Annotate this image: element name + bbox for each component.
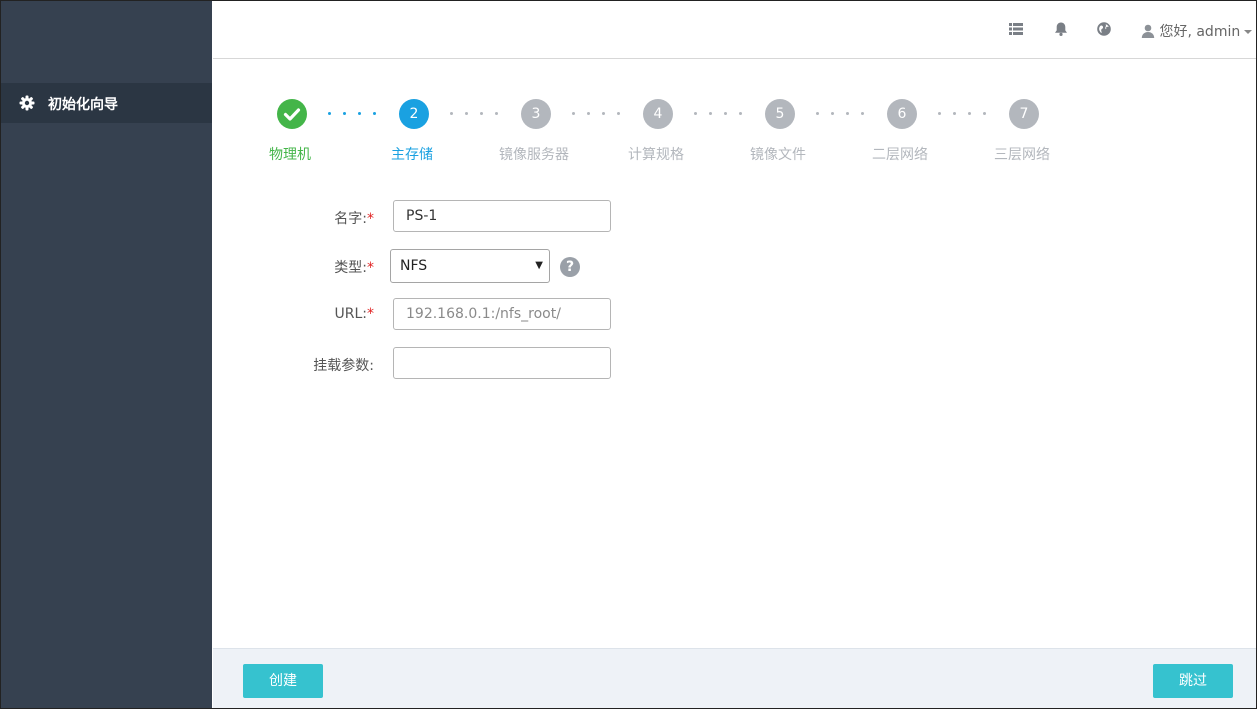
- step-4-label: 计算规格: [628, 147, 684, 163]
- bell-icon[interactable]: [1053, 21, 1071, 39]
- app-window: 初始化向导 您好, admin 物理机 2 主存储 3 镜像服务器 4 计算规格…: [0, 0, 1257, 709]
- step-7-circle[interactable]: 7: [1009, 99, 1039, 129]
- step-3-label: 镜像服务器: [499, 147, 569, 163]
- chevron-down-icon: [1244, 30, 1253, 34]
- mount-params-label: 挂载参数:: [313, 358, 374, 374]
- step-2-circle[interactable]: 2: [399, 99, 429, 129]
- globe-icon[interactable]: [1096, 21, 1114, 39]
- step-connector: [938, 112, 998, 116]
- step-4-circle[interactable]: 4: [643, 99, 673, 129]
- type-select[interactable]: NFS ▼: [390, 249, 550, 283]
- skip-button[interactable]: 跳过: [1153, 664, 1233, 698]
- name-input[interactable]: PS-1: [393, 200, 611, 232]
- url-field-label: URL:*: [334, 306, 375, 322]
- user-icon: [1141, 24, 1155, 38]
- step-connector: [816, 112, 876, 116]
- list-icon[interactable]: [1008, 21, 1026, 39]
- dropdown-arrow-icon: ▼: [535, 260, 543, 271]
- user-menu[interactable]: 您好, admin: [1141, 21, 1253, 41]
- create-button[interactable]: 创建: [243, 664, 323, 698]
- step-1-done-icon[interactable]: [277, 99, 307, 129]
- gear-icon: [19, 95, 35, 111]
- sidebar-item-label: 初始化向导: [48, 97, 118, 113]
- step-5-label: 镜像文件: [750, 147, 806, 163]
- type-select-value: NFS: [400, 258, 428, 274]
- user-greeting: 您好, admin: [1159, 24, 1241, 40]
- step-7-label: 三层网络: [994, 147, 1050, 163]
- step-connector: [694, 112, 754, 116]
- check-icon: [283, 108, 301, 121]
- url-input[interactable]: 192.168.0.1:/nfs_root/: [393, 298, 611, 330]
- step-3-circle[interactable]: 3: [521, 99, 551, 129]
- footer-bar: 创建 跳过: [213, 648, 1256, 708]
- step-2-label: 主存储: [391, 147, 433, 163]
- step-1-label: 物理机: [269, 147, 311, 163]
- type-field-label: 类型:*: [334, 260, 374, 276]
- step-connector: [450, 112, 510, 116]
- step-6-circle[interactable]: 6: [887, 99, 917, 129]
- step-connector: [328, 112, 388, 116]
- name-field-label: 名字:*: [334, 211, 374, 227]
- step-6-label: 二层网络: [872, 147, 928, 163]
- top-bar: 您好, admin: [213, 1, 1256, 59]
- step-connector: [572, 112, 632, 116]
- help-icon[interactable]: ?: [560, 257, 580, 277]
- sidebar-item-init-wizard[interactable]: 初始化向导: [1, 83, 212, 123]
- sidebar: 初始化向导: [1, 1, 212, 708]
- mount-params-input[interactable]: [393, 347, 611, 379]
- step-5-circle[interactable]: 5: [765, 99, 795, 129]
